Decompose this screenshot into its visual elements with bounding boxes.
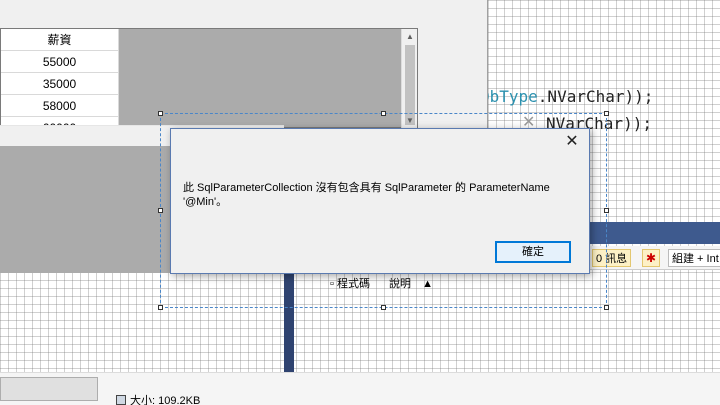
resize-handle[interactable] <box>158 111 163 116</box>
taskbar <box>0 372 720 405</box>
grid-cell[interactable]: 58000 <box>1 95 119 117</box>
resize-handle[interactable] <box>381 111 386 116</box>
build-filter-dropdown[interactable]: 組建 + Int <box>668 249 720 267</box>
dialog-message: 此 SqlParameterCollection 沒有包含具有 SqlParam… <box>183 182 550 208</box>
code-line-1-rest: .NVarChar)); <box>537 87 654 106</box>
save-icon <box>116 395 126 405</box>
close-icon[interactable]: ✕ <box>563 133 581 151</box>
resize-handle[interactable] <box>158 208 163 213</box>
resize-handle[interactable] <box>604 111 609 116</box>
resize-handle[interactable] <box>604 305 609 310</box>
error-list-titlebar <box>590 222 720 244</box>
taskbar-button[interactable] <box>0 377 98 401</box>
ok-button[interactable]: 確定 <box>495 241 571 263</box>
salary-column: 薪資 55000 35000 58000 00000 <box>1 29 119 139</box>
resize-handle[interactable] <box>604 208 609 213</box>
resize-handle[interactable] <box>381 305 386 310</box>
type-keyword: DbType <box>480 87 538 106</box>
error-list-toolbar: 0 訊息 ✱ 組建 + Int <box>590 246 720 270</box>
filter-icon[interactable]: ✱ <box>642 249 660 267</box>
background-form-window: 薪資 55000 35000 58000 00000 ▲ ▼ <box>0 0 488 139</box>
grid-cell[interactable]: 35000 <box>1 73 119 95</box>
file-size-label: 大小: 109.2KB <box>130 395 201 405</box>
grid-cell[interactable]: 55000 <box>1 51 119 73</box>
code-line-1: DbType.NVarChar)); <box>480 87 653 106</box>
resize-handle[interactable] <box>158 305 163 310</box>
error-message-dialog: ✕ 此 SqlParameterCollection 沒有包含具有 SqlPar… <box>170 128 590 274</box>
file-size-status: 大小: 109.2KB <box>116 392 200 405</box>
column-header-salary[interactable]: 薪資 <box>1 29 119 51</box>
scroll-up-icon[interactable]: ▲ <box>403 30 417 44</box>
